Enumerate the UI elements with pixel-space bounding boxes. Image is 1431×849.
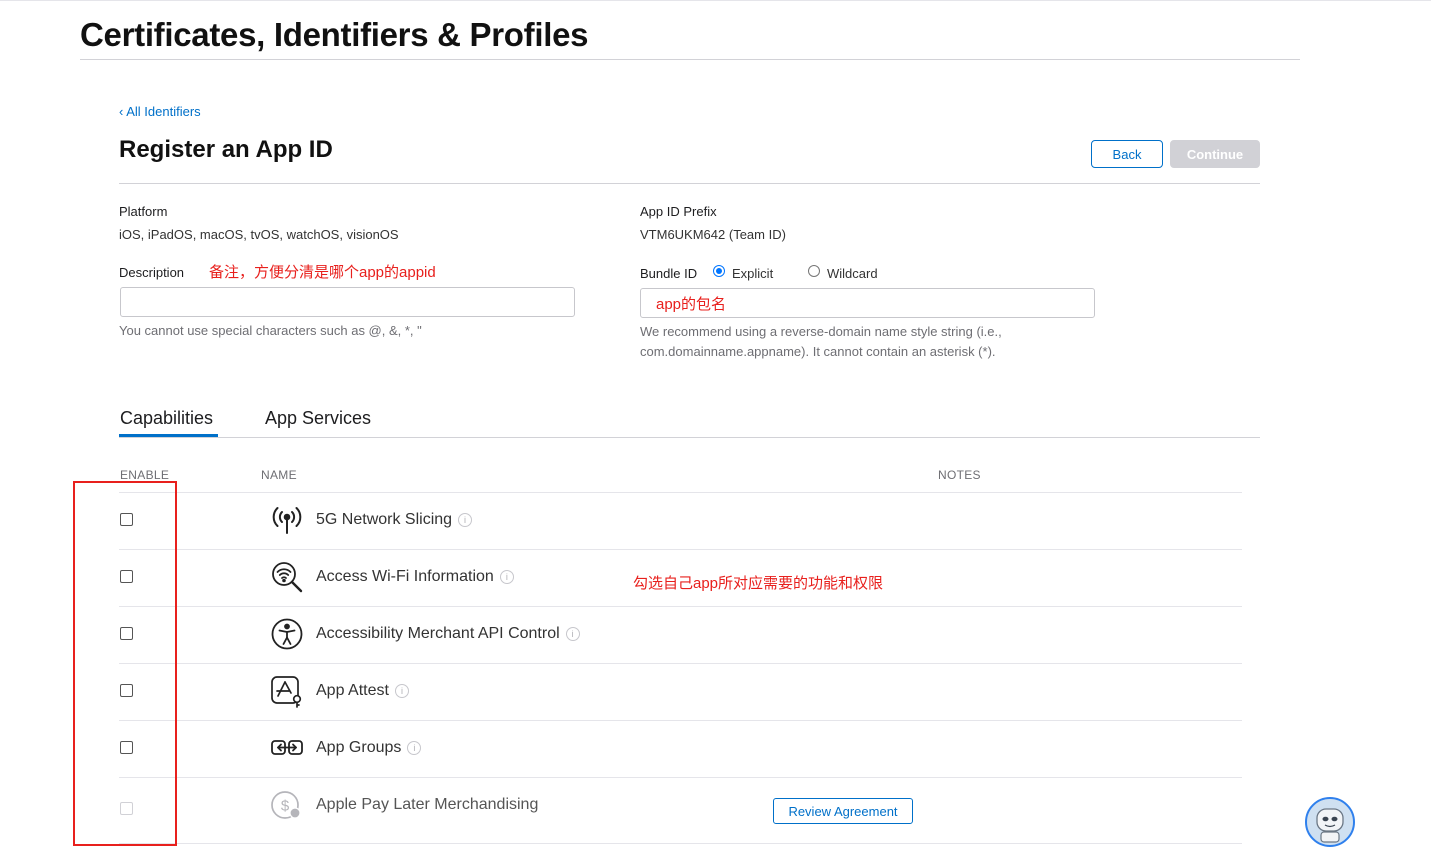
antenna-icon: [272, 507, 302, 534]
info-icon[interactable]: i: [565, 627, 580, 641]
info-icon[interactable]: i: [394, 684, 409, 698]
tab-capabilities[interactable]: Capabilities: [120, 408, 213, 429]
continue-button[interactable]: Continue: [1170, 140, 1260, 168]
capability-label: App Attest: [316, 682, 389, 699]
row-divider: [119, 720, 1242, 721]
wildcard-radio[interactable]: [808, 265, 820, 277]
dollar-coin-icon: $: [271, 791, 301, 819]
capability-label: Access Wi-Fi Information: [316, 568, 494, 585]
wifi-search-icon: [272, 562, 303, 593]
app-groups-icon: [271, 740, 303, 755]
capability-label: 5G Network Slicing: [316, 511, 453, 528]
row-divider: [119, 663, 1242, 664]
capabilities-annotation: 勾选自己app所对应需要的功能和权限: [633, 575, 884, 592]
tabs-divider: [119, 437, 1260, 438]
bundle-id-label: Bundle ID: [640, 266, 698, 281]
all-identifiers-link[interactable]: ‹ All Identifiers: [119, 104, 201, 119]
column-header-enable: ENABLE: [120, 468, 170, 482]
description-hint: You cannot use special characters such a…: [119, 323, 422, 338]
top-border: [0, 0, 1431, 1]
capability-label: Accessibility Merchant API Control: [316, 625, 560, 642]
title-divider: [80, 59, 1300, 60]
annotation-highlight-box: [73, 481, 177, 846]
row-divider: [119, 777, 1242, 778]
capability-name-apple-pay-later-merchandising: Apple Pay Later Merchandising: [316, 796, 538, 814]
review-agreement-button[interactable]: Review Agreement: [773, 798, 913, 824]
row-divider: [119, 843, 1242, 844]
capability-label: Apple Pay Later Merchandising: [316, 796, 539, 813]
capability-name-5g-network-slicing: 5G Network Slicing i: [316, 511, 473, 529]
bundle-id-annotation: app的包名: [656, 296, 727, 313]
info-icon[interactable]: i: [499, 570, 514, 584]
tab-app-services[interactable]: App Services: [265, 408, 371, 429]
page-title: Certificates, Identifiers & Profiles: [80, 16, 589, 53]
capability-name-app-attest: App Attest i: [316, 682, 409, 700]
bundle-id-hint-line1: We recommend using a reverse-domain name…: [640, 324, 1002, 339]
robot-face-icon: [1316, 808, 1344, 843]
description-input[interactable]: [120, 287, 575, 317]
section-divider: [119, 183, 1260, 184]
back-button[interactable]: Back: [1091, 140, 1163, 168]
app-id-prefix-value: VTM6UKM642 (Team ID): [640, 227, 786, 242]
svg-text:$: $: [281, 798, 290, 815]
info-icon[interactable]: i: [458, 513, 473, 527]
capability-name-app-groups: App Groups i: [316, 739, 422, 757]
info-icon[interactable]: i: [407, 741, 422, 755]
platform-label: Platform: [119, 204, 168, 219]
bundle-id-hint-line2: com.domainname.appname). It cannot conta…: [640, 344, 996, 359]
row-divider: [119, 492, 1242, 493]
row-divider: [119, 606, 1242, 607]
platform-value: iOS, iPadOS, macOS, tvOS, watchOS, visio…: [119, 227, 399, 242]
explicit-radio-label[interactable]: Explicit: [732, 266, 773, 281]
bundle-id-input[interactable]: app的包名: [640, 288, 1095, 318]
row-divider: [119, 549, 1242, 550]
explicit-radio[interactable]: [713, 265, 725, 277]
wildcard-radio-label[interactable]: Wildcard: [827, 266, 878, 281]
capability-name-access-wifi-information: Access Wi-Fi Information i: [316, 568, 514, 586]
app-id-prefix-label: App ID Prefix: [640, 204, 717, 219]
column-header-name: NAME: [261, 468, 297, 482]
assistant-avatar[interactable]: [1305, 797, 1355, 847]
capability-label: App Groups: [316, 739, 402, 756]
description-label: Description: [119, 265, 185, 280]
section-title: Register an App ID: [119, 136, 333, 163]
column-header-notes: NOTES: [938, 468, 981, 482]
description-annotation: 备注，方便分清是哪个app的appid: [209, 264, 436, 281]
capability-name-accessibility-merchant-api-control: Accessibility Merchant API Control i: [316, 625, 580, 643]
app-attest-icon: [271, 676, 302, 708]
accessibility-icon: [271, 618, 303, 650]
